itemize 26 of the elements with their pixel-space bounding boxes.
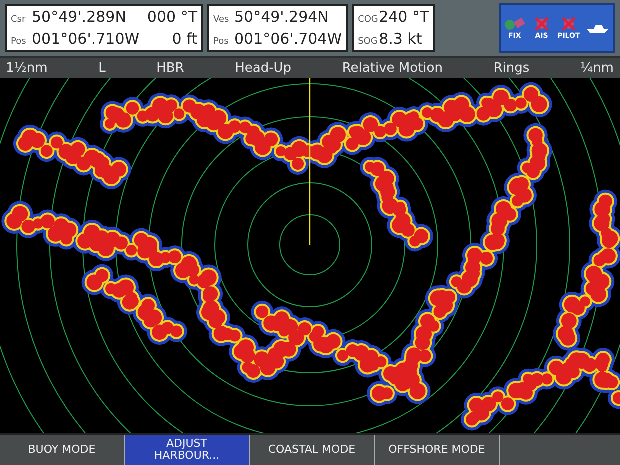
- data-label: Pos: [11, 37, 28, 47]
- soft-key[interactable]: OFFSHORE MODE: [375, 435, 500, 465]
- soft-key[interactable]: COASTAL MODE: [250, 435, 375, 465]
- data-value: 0 ft: [171, 30, 198, 48]
- data-label: COG: [358, 15, 376, 25]
- boat-icon: [586, 22, 610, 34]
- status-text: Relative Motion: [342, 60, 443, 76]
- data-value: 240 °T: [379, 8, 430, 26]
- satellite-icon: [504, 16, 526, 30]
- data-value: 001°06'.704W: [234, 30, 342, 48]
- data-value: 001°06'.710W: [32, 30, 140, 48]
- data-label: Csr: [11, 15, 27, 25]
- data-label: Pos: [213, 37, 230, 47]
- status-text: L: [98, 60, 106, 76]
- status-text: Rings: [494, 60, 530, 76]
- data-value: 000 °T: [146, 8, 198, 26]
- status-text: ¼nm: [580, 60, 614, 76]
- data-label: Ves: [213, 15, 230, 25]
- status-text: 1½nm: [6, 60, 48, 76]
- data-label: SOG: [358, 37, 376, 47]
- status-text: HBR: [156, 60, 184, 76]
- data-value: 50°49'.289N: [32, 8, 126, 26]
- data-value: 50°49'.294N: [234, 8, 329, 26]
- status-text: Head-Up: [235, 60, 292, 76]
- data-value: 8.3 kt: [379, 30, 422, 48]
- soft-key[interactable]: ADJUST HARBOUR...: [125, 435, 250, 465]
